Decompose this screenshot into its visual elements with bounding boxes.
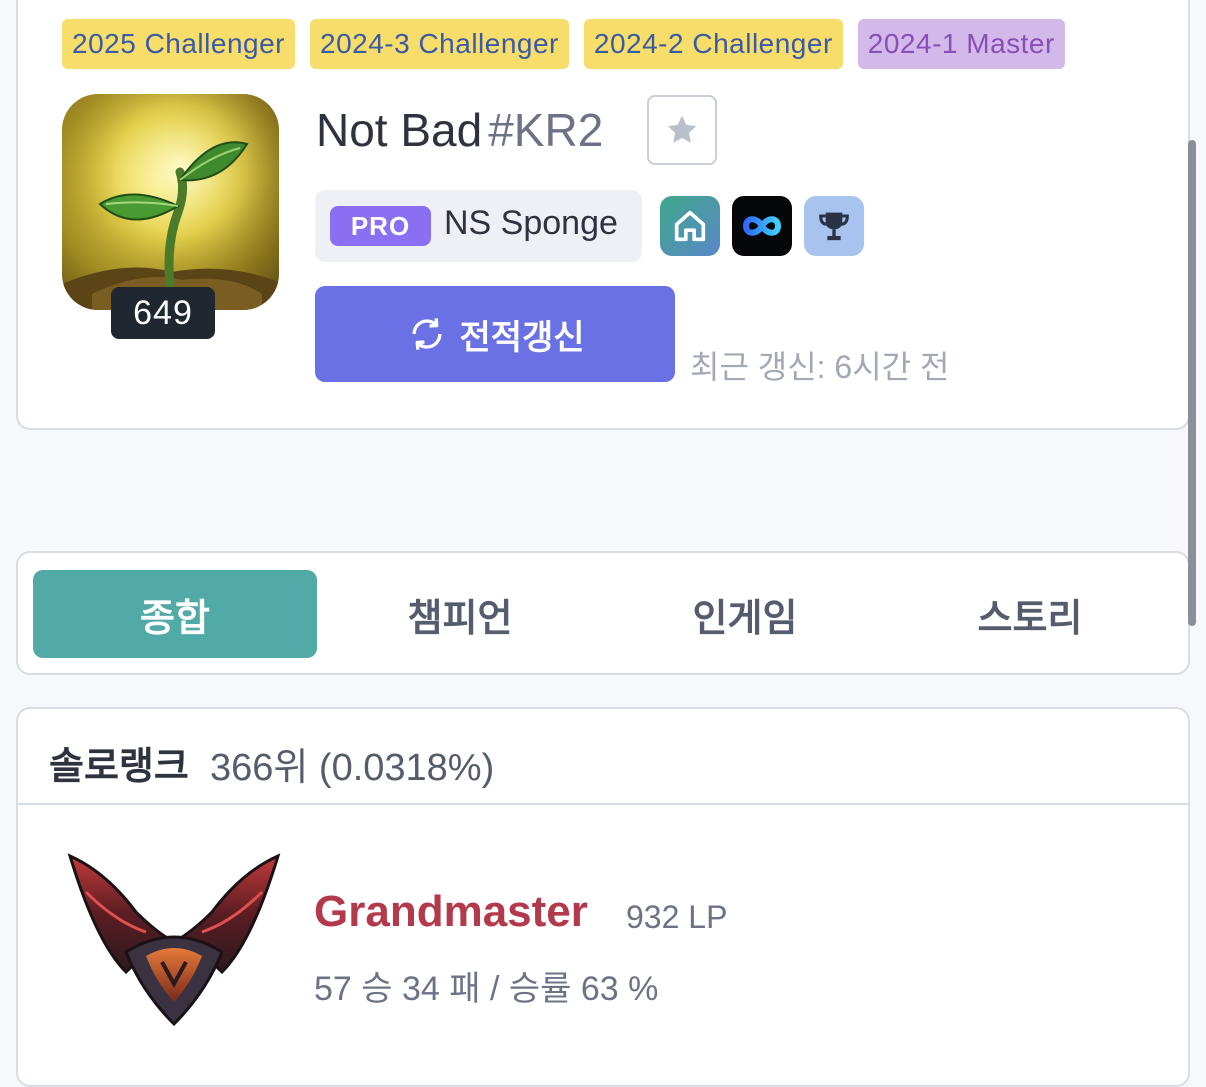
summoner-level: 649: [111, 287, 215, 339]
season-badge[interactable]: 2024-3 Challenger: [310, 19, 569, 69]
profile-icon: [62, 94, 279, 310]
tab-story[interactable]: 스토리: [888, 570, 1172, 658]
tab-ingame[interactable]: 인게임: [603, 570, 887, 658]
pro-player-name: NS Sponge: [444, 204, 618, 242]
refresh-button[interactable]: 전적갱신: [315, 286, 675, 382]
season-badge[interactable]: 2024-1 Master: [857, 19, 1065, 69]
season-badge[interactable]: 2024-2 Challenger: [583, 19, 843, 69]
refresh-icon: [412, 318, 442, 350]
solo-rank-card: 솔로랭크 366위 (0.0318%) Grandmaster 932 LP 5…: [16, 707, 1190, 1087]
last-update-text: 최근 갱신: 6시간 전: [690, 349, 950, 385]
summoner-name: Not Bad #KR2: [316, 103, 603, 157]
season-badges: 2025 Challenger 2024-3 Challenger 2024-2 C…: [62, 19, 1143, 71]
summoner-game-name: Not Bad: [316, 104, 483, 156]
win-loss-record: 57 승 34 패 / 승률 63 %: [314, 970, 659, 1008]
star-icon: [667, 115, 697, 143]
trophy-icon: [819, 212, 849, 241]
pro-player-tag[interactable]: PRO NS Sponge: [315, 190, 642, 262]
ladder-rank: 366위 (0.0318%): [210, 747, 495, 789]
league-points: 932 LP: [626, 899, 728, 935]
grandmaster-emblem-icon: [67, 853, 281, 1027]
trophy-link-button[interactable]: [804, 196, 864, 256]
summoner-tag: #KR2: [488, 104, 604, 156]
infinity-link-button[interactable]: [732, 196, 792, 256]
pro-badge: PRO: [330, 206, 431, 246]
scrollbar[interactable]: [1188, 140, 1196, 626]
favorite-button[interactable]: [647, 95, 717, 165]
season-badge[interactable]: 2025 Challenger: [62, 19, 295, 69]
tab-bar: 종합 챔피언 인게임 스토리: [16, 551, 1190, 675]
tab-overview[interactable]: 종합: [33, 570, 317, 658]
refresh-label: 전적갱신: [459, 318, 585, 357]
infinity-icon: [742, 216, 782, 236]
home-link-button[interactable]: [660, 196, 720, 256]
tab-champions[interactable]: 챔피언: [318, 570, 602, 658]
sprout-profile-icon: [62, 94, 279, 310]
queue-name: 솔로랭크: [49, 746, 189, 788]
rank-header: 솔로랭크 366위 (0.0318%): [18, 709, 1188, 805]
tier-name: Grandmaster: [314, 887, 588, 936]
home-icon: [674, 210, 706, 242]
